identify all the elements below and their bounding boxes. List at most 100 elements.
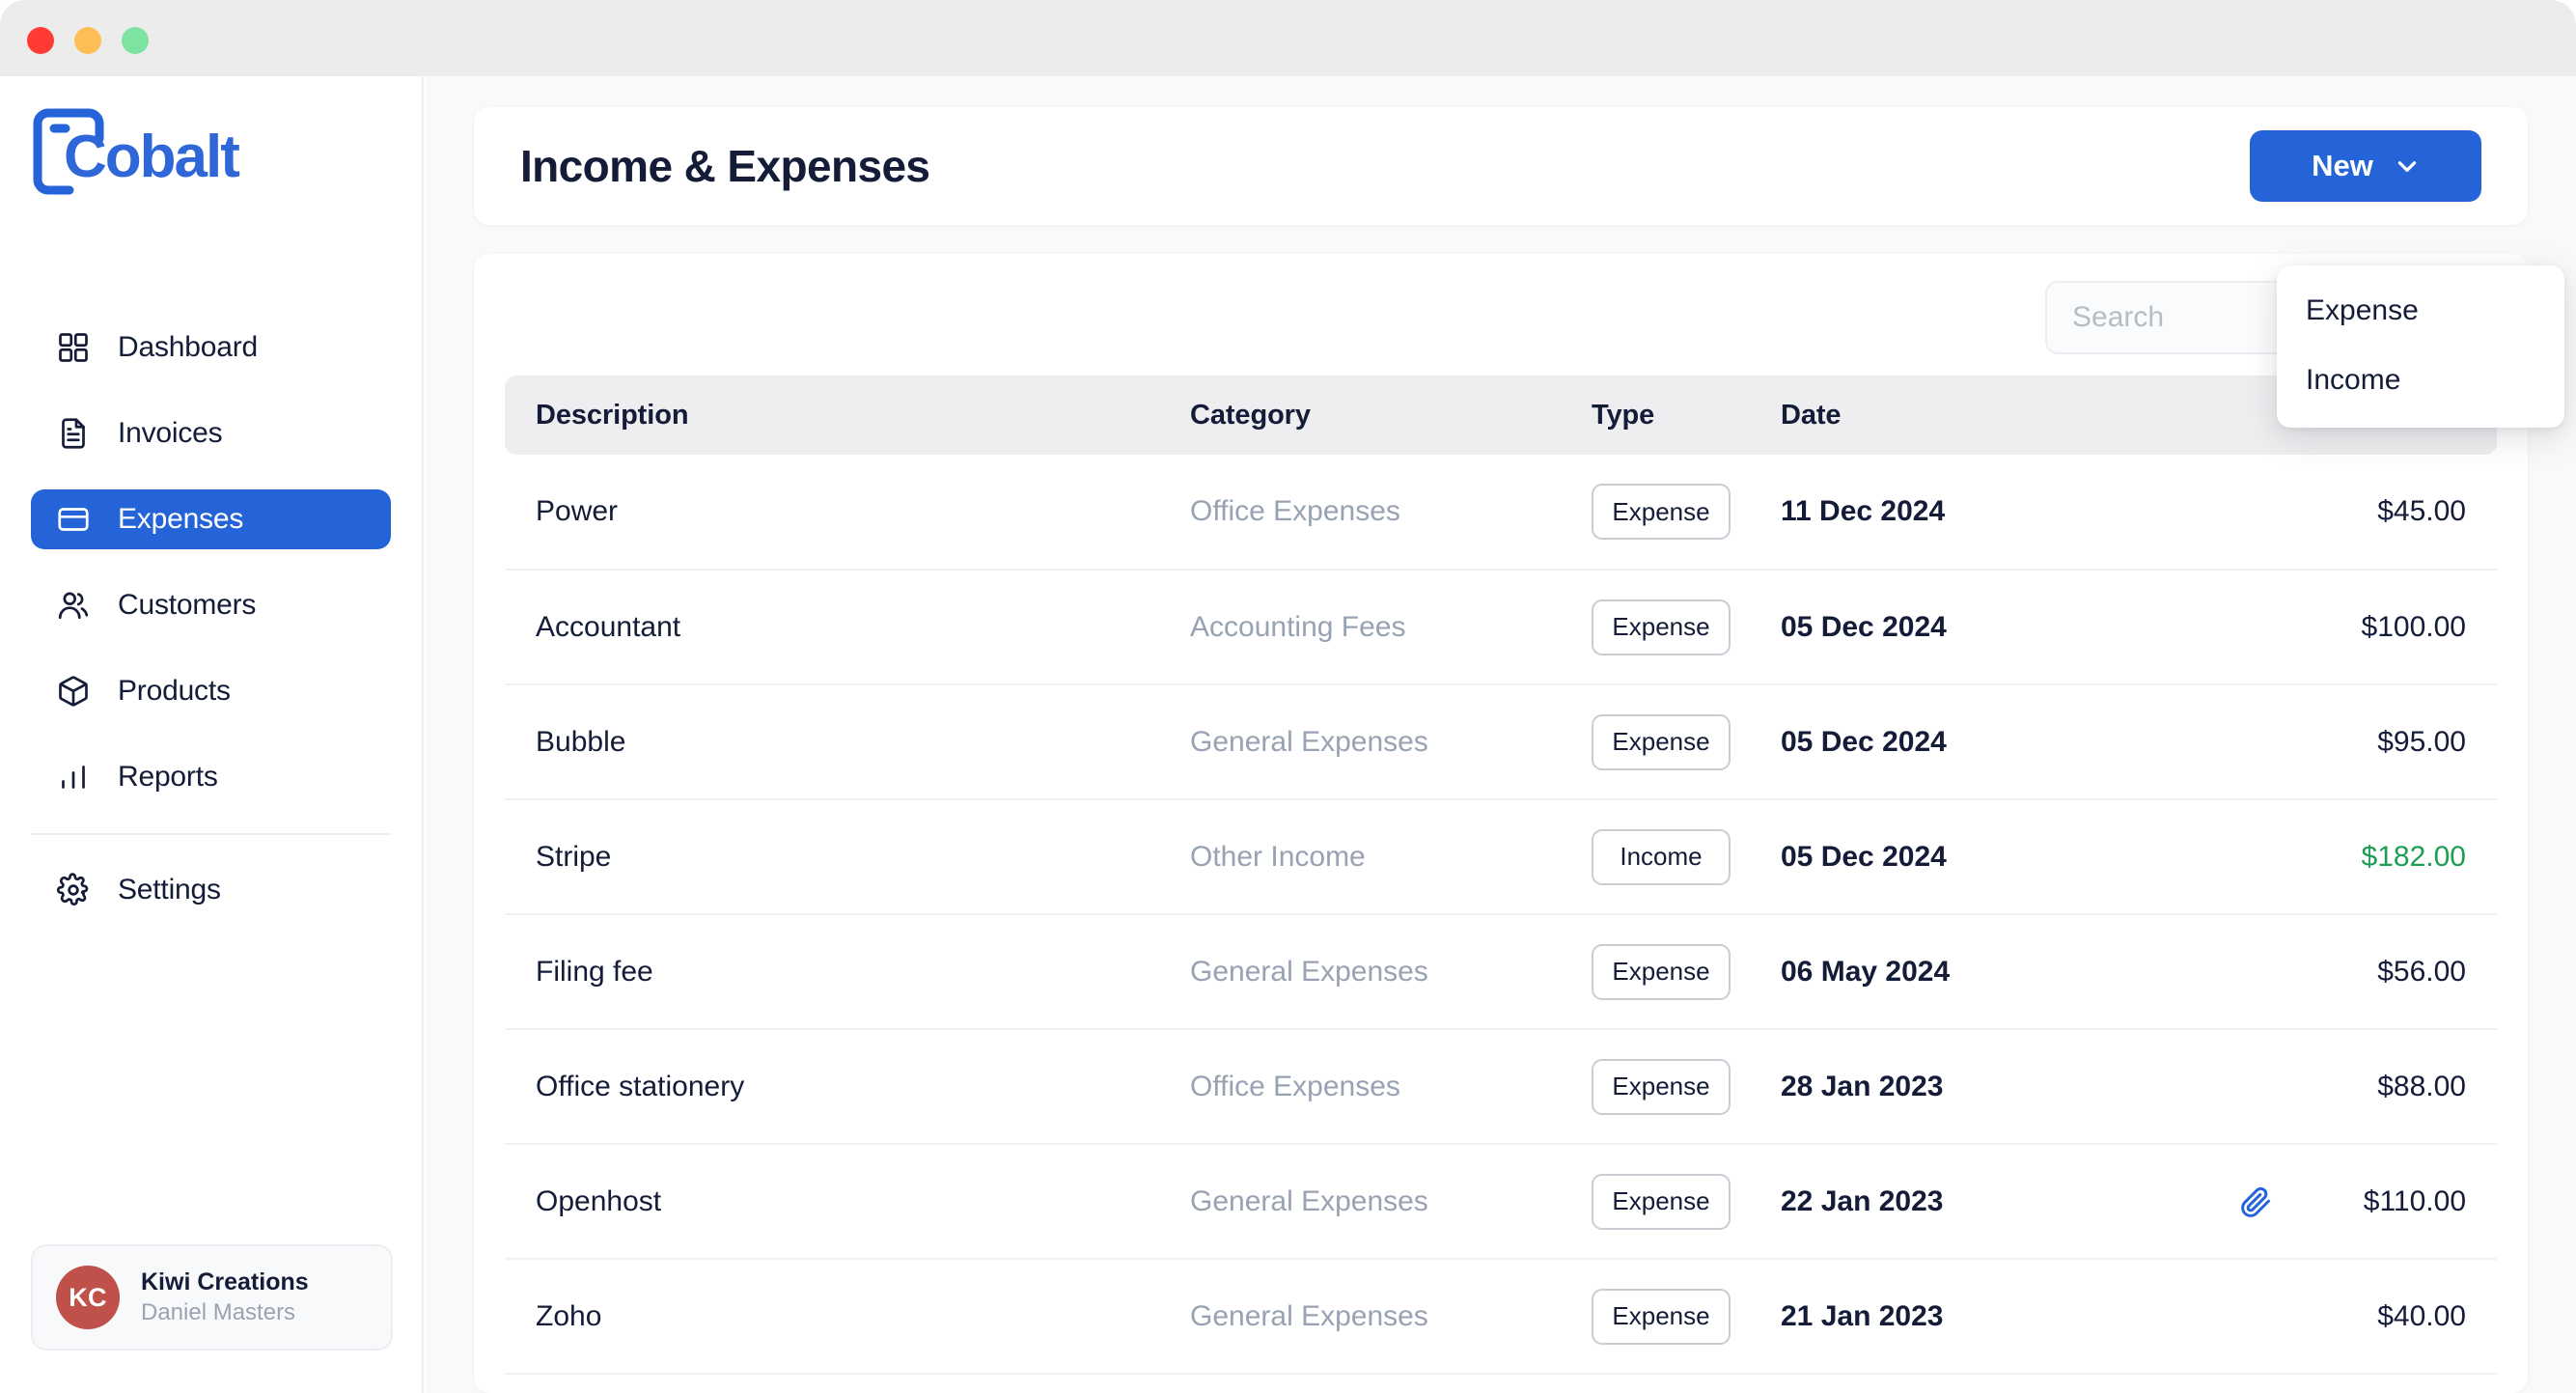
new-button-label: New (2312, 149, 2373, 183)
bar-chart-icon (56, 760, 91, 794)
sidebar-nav: Dashboard Invoices Expenses (0, 318, 424, 946)
cell-type: Expense (1592, 1374, 1781, 1393)
cell-type: Expense (1592, 1029, 1781, 1144)
type-badge: Expense (1592, 599, 1731, 655)
new-button[interactable]: New (2250, 130, 2481, 202)
table-row[interactable]: OpenhostGeneral ExpensesExpense22 Jan 20… (505, 1144, 2497, 1259)
app-window: Cobalt Dashboard Invoices (0, 0, 2576, 1393)
amount-value: $56.00 (2377, 956, 2466, 988)
sidebar-item-invoices[interactable]: Invoices (31, 404, 391, 463)
cell-description: Stripe (505, 799, 1190, 914)
sidebar: Cobalt Dashboard Invoices (0, 76, 424, 1393)
cell-category: General Expenses (1190, 914, 1592, 1029)
cell-date: 11 Dec 2024 (1781, 455, 2167, 570)
cell-description: Bubble (505, 684, 1190, 799)
cell-category: Accounting Fees (1190, 570, 1592, 684)
table-toolbar (505, 254, 2497, 376)
cell-description: Zoho (505, 1259, 1190, 1374)
amount-value: $45.00 (2377, 495, 2466, 527)
minimize-button[interactable] (74, 27, 101, 54)
sidebar-item-expenses[interactable]: Expenses (31, 489, 391, 549)
cell-amount: $110.00 (2167, 1144, 2497, 1259)
cell-amount: $150.00 (2167, 1374, 2497, 1393)
column-header-date[interactable]: Date (1781, 376, 2167, 455)
cell-type: Expense (1592, 1144, 1781, 1259)
page-title: Income & Expenses (520, 140, 929, 192)
cell-date: 06 May 2024 (1781, 914, 2167, 1029)
cell-date: 01 Jan 2023 (1781, 1374, 2167, 1393)
amount-value: $100.00 (2362, 611, 2466, 643)
cell-category: General Expenses (1190, 1259, 1592, 1374)
user-company-name: Kiwi Creations (141, 1268, 309, 1297)
page-header: Income & Expenses New (474, 107, 2528, 225)
attachment-icon[interactable] (2238, 1184, 2273, 1219)
amount-value: $40.00 (2377, 1300, 2466, 1332)
sidebar-item-label: Dashboard (118, 331, 258, 364)
cell-type: Expense (1592, 570, 1781, 684)
table-row[interactable]: AccountantAccounting FeesExpense01 Jan 2… (505, 1374, 2497, 1393)
table-row[interactable]: BubbleGeneral ExpensesExpense05 Dec 2024… (505, 684, 2497, 799)
table-row[interactable]: StripeOther IncomeIncome05 Dec 2024$182.… (505, 799, 2497, 914)
amount-value: $182.00 (2362, 841, 2466, 873)
cell-date: 05 Dec 2024 (1781, 570, 2167, 684)
dropdown-item-income[interactable]: Income (2277, 356, 2564, 404)
column-header-category[interactable]: Category (1190, 376, 1592, 455)
sidebar-item-label: Customers (118, 589, 256, 622)
sidebar-item-label: Expenses (118, 503, 243, 536)
cell-type: Expense (1592, 455, 1781, 570)
cell-amount: $182.00 (2167, 799, 2497, 914)
cell-description: Accountant (505, 570, 1190, 684)
card-icon (56, 502, 91, 537)
close-button[interactable] (27, 27, 54, 54)
column-header-description[interactable]: Description (505, 376, 1190, 455)
type-badge: Expense (1592, 1174, 1731, 1230)
box-icon (56, 674, 91, 709)
dropdown-item-expense[interactable]: Expense (2277, 287, 2564, 335)
sidebar-item-settings[interactable]: Settings (31, 860, 391, 920)
sidebar-item-reports[interactable]: Reports (31, 747, 391, 807)
type-badge: Expense (1592, 1059, 1731, 1115)
cell-type: Income (1592, 799, 1781, 914)
cell-date: 22 Jan 2023 (1781, 1144, 2167, 1259)
amount-value: $88.00 (2377, 1071, 2466, 1102)
type-badge: Expense (1592, 944, 1731, 1000)
maximize-button[interactable] (122, 27, 149, 54)
table-row[interactable]: Filing feeGeneral ExpensesExpense06 May … (505, 914, 2497, 1029)
transactions-table: Description Category Type Date Amount Po… (505, 376, 2497, 1393)
cell-date: 28 Jan 2023 (1781, 1029, 2167, 1144)
cobalt-logo[interactable]: Cobalt (29, 107, 251, 196)
table-row[interactable]: PowerOffice ExpensesExpense11 Dec 2024$4… (505, 455, 2497, 570)
sidebar-item-label: Products (118, 675, 231, 708)
table-row[interactable]: AccountantAccounting FeesExpense 05 Dec 2… (505, 570, 2497, 684)
cell-category: General Expenses (1190, 684, 1592, 799)
sidebar-item-products[interactable]: Products (31, 661, 391, 721)
cell-category: Accounting Fees (1190, 1374, 1592, 1393)
cell-date: 21 Jan 2023 (1781, 1259, 2167, 1374)
table-row[interactable]: ZohoGeneral ExpensesExpense 21 Jan 2023 $4… (505, 1259, 2497, 1374)
cell-amount: $40.00 (2167, 1259, 2497, 1374)
transactions-card: Description Category Type Date Amount Po… (474, 254, 2528, 1393)
cell-category: Office Expenses (1190, 1029, 1592, 1144)
sidebar-item-customers[interactable]: Customers (31, 575, 391, 635)
table-row[interactable]: Office stationeryOffice ExpensesExpense2… (505, 1029, 2497, 1144)
cell-description: Openhost (505, 1144, 1190, 1259)
cell-type: Expense (1592, 914, 1781, 1029)
user-profile-card[interactable]: KC Kiwi Creations Daniel Masters (31, 1244, 393, 1351)
type-badge: Expense (1592, 714, 1731, 770)
cell-amount: $45.00 (2167, 455, 2497, 570)
svg-text:Cobalt: Cobalt (64, 124, 239, 190)
gear-icon (56, 873, 91, 907)
cell-amount: $100.00 (2167, 570, 2497, 684)
column-header-type[interactable]: Type (1592, 376, 1781, 455)
table-head: Description Category Type Date Amount (505, 376, 2497, 455)
cell-date: 05 Dec 2024 (1781, 799, 2167, 914)
sidebar-item-dashboard[interactable]: Dashboard (31, 318, 391, 377)
sidebar-item-label: Reports (118, 761, 218, 794)
cell-amount: $56.00 (2167, 914, 2497, 1029)
document-icon (56, 416, 91, 451)
grid-icon (56, 330, 91, 365)
title-bar (0, 0, 2576, 76)
type-badge: Expense (1592, 1289, 1731, 1345)
sidebar-item-label: Settings (118, 874, 221, 906)
type-badge: Income (1592, 829, 1731, 885)
